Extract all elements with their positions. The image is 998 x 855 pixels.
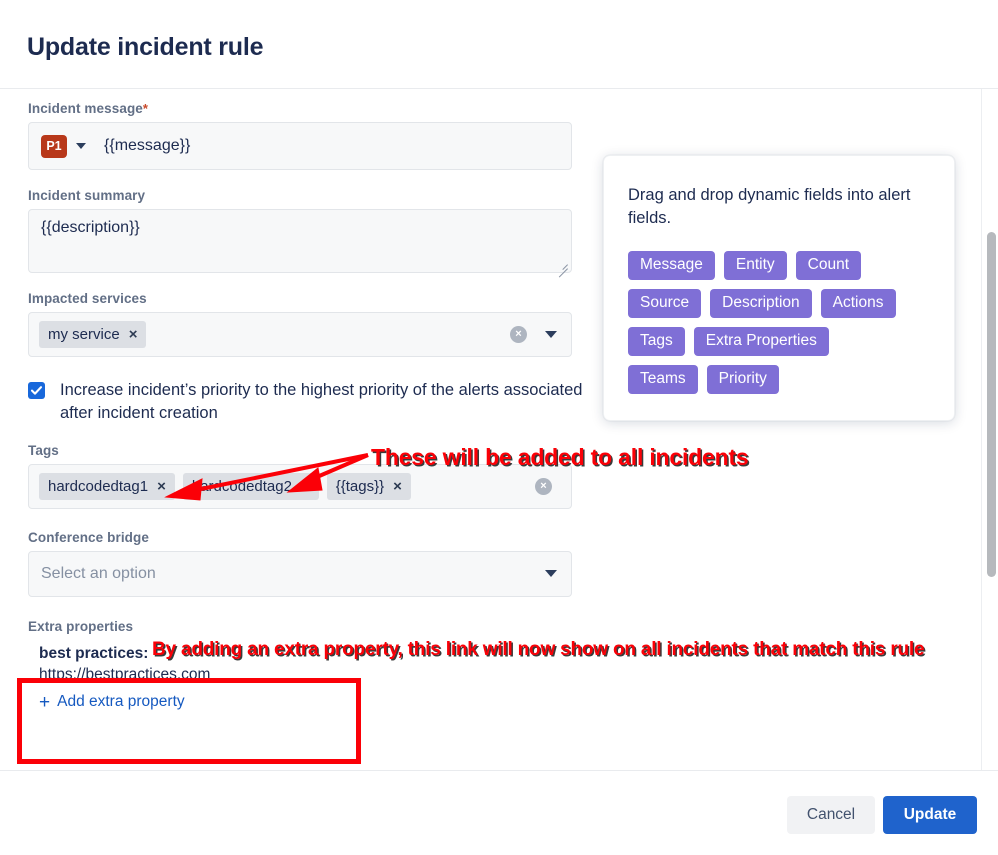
annotation-tags-note: These will be added to all incidents xyxy=(371,444,749,470)
dynamic-field-chip-source[interactable]: Source xyxy=(628,288,702,318)
tag-token-label: hardcodedtag2 xyxy=(191,477,292,495)
dialog-body: Incident message* P1 {{message}} Inciden… xyxy=(0,89,981,770)
conference-bridge-chevron-down-icon[interactable] xyxy=(545,570,557,578)
impacted-services-field[interactable]: my service × × xyxy=(28,312,572,357)
update-incident-rule-dialog: Update incident rule Incident message* P… xyxy=(0,0,998,855)
dynamic-field-chip-row: Teams Priority xyxy=(628,364,930,394)
tag-token-label: hardcodedtag1 xyxy=(48,477,149,495)
tag-token[interactable]: hardcodedtag1 × xyxy=(39,472,175,500)
annotation-extra-property-note: By adding an extra property, this link w… xyxy=(152,639,925,660)
resize-grip-icon[interactable] xyxy=(557,258,568,278)
dynamic-fields-description: Drag and drop dynamic fields into alert … xyxy=(628,186,911,228)
scrollbar-thumb[interactable] xyxy=(987,232,996,577)
dynamic-field-chip-row: Source Description Actions xyxy=(628,288,930,318)
remove-tag-icon[interactable]: × xyxy=(301,478,310,495)
dynamic-field-chip-extra-properties[interactable]: Extra Properties xyxy=(693,326,829,356)
dynamic-field-chip-row: Message Entity Count xyxy=(628,250,930,280)
tag-token[interactable]: {{tags}} × xyxy=(326,472,411,500)
update-button[interactable]: Update xyxy=(883,796,977,834)
dynamic-fields-panel: Drag and drop dynamic fields into alert … xyxy=(603,155,955,421)
incident-message-label-text: Incident message xyxy=(28,101,143,116)
form-column: Incident message* P1 {{message}} Inciden… xyxy=(28,101,582,712)
extra-properties-highlight-box xyxy=(17,678,361,764)
right-rail-divider xyxy=(981,89,982,770)
cancel-button[interactable]: Cancel xyxy=(787,796,875,834)
impacted-service-token[interactable]: my service × xyxy=(39,321,147,348)
dynamic-field-chip-actions[interactable]: Actions xyxy=(820,288,896,318)
dynamic-field-chip-priority[interactable]: Priority xyxy=(706,364,779,394)
required-marker: * xyxy=(142,101,149,116)
extra-properties-label: Extra properties xyxy=(28,618,134,634)
incident-summary-textarea[interactable]: {{description}} xyxy=(28,209,572,278)
increase-priority-checkbox[interactable] xyxy=(28,382,45,399)
dynamic-field-chip-tags[interactable]: Tags xyxy=(628,326,685,356)
dynamic-field-chip-message[interactable]: Message xyxy=(628,250,715,280)
dynamic-field-chip-teams[interactable]: Teams xyxy=(628,364,698,394)
dynamic-field-chip-rows: Message Entity Count Source Description … xyxy=(628,250,930,394)
incident-summary-label: Incident summary xyxy=(28,188,146,203)
incident-message-field[interactable]: P1 {{message}} xyxy=(28,122,572,170)
clear-tags-icon[interactable]: × xyxy=(535,477,552,495)
tag-token-label: {{tags}} xyxy=(335,477,385,495)
impacted-service-token-label: my service xyxy=(48,326,120,343)
increase-priority-checkbox-label: Increase incident’s priority to the high… xyxy=(60,381,583,422)
priority-badge[interactable]: P1 xyxy=(41,134,67,158)
remove-token-icon[interactable]: × xyxy=(129,326,138,343)
incident-message-value[interactable]: {{message}} xyxy=(104,137,190,155)
page-title: Update incident rule xyxy=(27,33,264,61)
impacted-services-label: Impacted services xyxy=(28,291,147,306)
conference-bridge-placeholder: Select an option xyxy=(41,564,156,582)
priority-chevron-down-icon[interactable] xyxy=(76,143,86,149)
conference-bridge-label: Conference bridge xyxy=(28,529,149,545)
footer-divider xyxy=(0,770,998,771)
incident-message-label: Incident message* xyxy=(28,101,572,116)
dynamic-field-chip-description[interactable]: Description xyxy=(710,288,812,318)
conference-bridge-select[interactable]: Select an option xyxy=(28,550,572,597)
incident-summary-value: {{description}} xyxy=(41,219,140,236)
increase-priority-checkbox-row[interactable]: Increase incident’s priority to the high… xyxy=(28,379,588,425)
clear-impacted-services-icon[interactable]: × xyxy=(510,326,527,343)
tag-token[interactable]: hardcodedtag2 × xyxy=(182,472,319,500)
dynamic-field-chip-row: Tags Extra Properties xyxy=(628,326,930,356)
dynamic-field-chip-entity[interactable]: Entity xyxy=(723,250,787,280)
dynamic-field-chip-count[interactable]: Count xyxy=(795,250,862,280)
remove-tag-icon[interactable]: × xyxy=(393,478,402,495)
impacted-services-chevron-down-icon[interactable] xyxy=(545,331,557,338)
remove-tag-icon[interactable]: × xyxy=(157,478,166,495)
